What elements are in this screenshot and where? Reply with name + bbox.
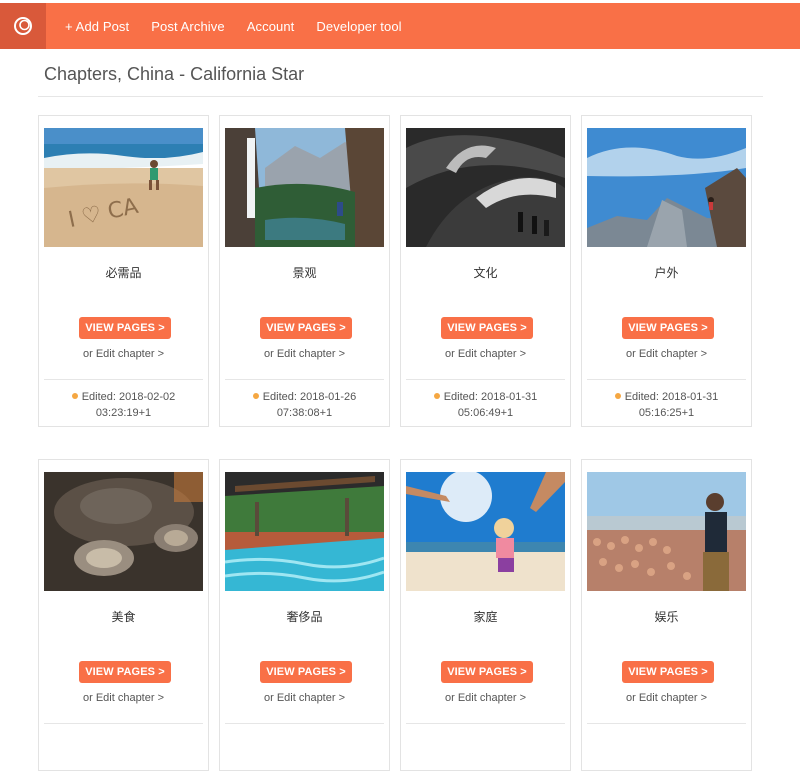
edited-timestamp: Edited: 2018-01-31 05:06:49+1: [401, 389, 570, 421]
chapter-title: 娱乐: [654, 610, 679, 624]
chapter-card: 文化 VIEW PAGES > or Edit chapter > Edited…: [400, 115, 571, 427]
chapter-card: 景观 VIEW PAGES > or Edit chapter > Edited…: [219, 115, 390, 427]
card-divider: [44, 723, 203, 724]
edited-timestamp: Edited: 2018-01-26 07:38:08+1: [220, 389, 389, 421]
edited-date: Edited: 2018-01-31: [624, 391, 719, 403]
chapter-row: I ♡ CA 必需品 VIEW PAGES > or Edit chapter …: [38, 115, 762, 427]
chapter-title: 户外: [654, 266, 679, 280]
chapter-image-culture[interactable]: [406, 128, 565, 247]
edit-chapter-link[interactable]: or Edit chapter >: [582, 348, 751, 360]
edited-date: Edited: 2018-02-02: [81, 391, 176, 403]
view-pages-button[interactable]: VIEW PAGES >: [79, 661, 171, 683]
chapter-title: 家庭: [473, 610, 498, 624]
edit-chapter-link[interactable]: or Edit chapter >: [220, 348, 389, 360]
card-divider: [587, 723, 746, 724]
edit-chapter-link[interactable]: or Edit chapter >: [39, 692, 208, 704]
chapter-row: 美食 VIEW PAGES > or Edit chapter > 奢侈品 VI…: [38, 459, 762, 771]
status-dot-icon: [614, 393, 621, 399]
chapter-image-luxury[interactable]: [225, 472, 384, 591]
edited-time: 07:38:08+1: [276, 407, 333, 419]
view-pages-button[interactable]: VIEW PAGES >: [441, 317, 533, 339]
chapter-title: 必需品: [105, 266, 142, 280]
chapter-image-entertainment[interactable]: [587, 472, 746, 591]
nav-add-post[interactable]: + Add Post: [65, 19, 129, 34]
view-pages-button[interactable]: VIEW PAGES >: [622, 317, 714, 339]
chapter-card: I ♡ CA 必需品 VIEW PAGES > or Edit chapter …: [38, 115, 209, 427]
card-divider: [587, 379, 746, 380]
logo-icon: [14, 17, 32, 35]
nav-account[interactable]: Account: [247, 19, 295, 34]
chapter-title: 文化: [473, 266, 498, 280]
card-divider: [406, 379, 565, 380]
view-pages-button[interactable]: VIEW PAGES >: [622, 661, 714, 683]
chapter-title: 奢侈品: [286, 610, 323, 624]
status-dot-icon: [252, 393, 259, 399]
status-dot-icon: [71, 393, 78, 399]
nav-post-archive[interactable]: Post Archive: [151, 19, 224, 34]
chapter-image-beach[interactable]: I ♡ CA: [44, 128, 203, 247]
chapter-image-outdoor[interactable]: [587, 128, 746, 247]
edited-time: 05:06:49+1: [457, 407, 514, 419]
view-pages-button[interactable]: VIEW PAGES >: [79, 317, 171, 339]
chapter-card: 奢侈品 VIEW PAGES > or Edit chapter >: [219, 459, 390, 771]
edited-timestamp: Edited: 2018-02-02 03:23:19+1: [39, 389, 208, 421]
edit-chapter-link[interactable]: or Edit chapter >: [39, 348, 208, 360]
chapter-image-food[interactable]: [44, 472, 203, 591]
chapter-image-landscape[interactable]: [225, 128, 384, 247]
title-divider: [38, 96, 763, 97]
edit-chapter-link[interactable]: or Edit chapter >: [220, 692, 389, 704]
card-divider: [406, 723, 565, 724]
edited-date: Edited: 2018-01-26: [262, 391, 357, 403]
edited-time: 03:23:19+1: [95, 407, 152, 419]
edit-chapter-link[interactable]: or Edit chapter >: [401, 348, 570, 360]
card-divider: [44, 379, 203, 380]
card-divider: [225, 723, 384, 724]
edit-chapter-link[interactable]: or Edit chapter >: [582, 692, 751, 704]
view-pages-button[interactable]: VIEW PAGES >: [441, 661, 533, 683]
chapter-card: 户外 VIEW PAGES > or Edit chapter > Edited…: [581, 115, 752, 427]
edited-time: 05:16:25+1: [638, 407, 695, 419]
chapter-card: 家庭 VIEW PAGES > or Edit chapter >: [400, 459, 571, 771]
edited-date: Edited: 2018-01-31: [443, 391, 538, 403]
chapter-image-family[interactable]: [406, 472, 565, 591]
edit-chapter-link[interactable]: or Edit chapter >: [401, 692, 570, 704]
main-nav: + Add Post Post Archive Account Develope…: [65, 19, 424, 34]
page-title: Chapters, China - California Star: [44, 64, 305, 84]
chapter-title: 美食: [111, 610, 136, 624]
nav-developer-tool[interactable]: Developer tool: [316, 19, 401, 34]
chapter-title: 景观: [292, 266, 317, 280]
chapter-card: 美食 VIEW PAGES > or Edit chapter >: [38, 459, 209, 771]
view-pages-button[interactable]: VIEW PAGES >: [260, 661, 352, 683]
top-navbar: + Add Post Post Archive Account Develope…: [0, 3, 800, 49]
status-dot-icon: [433, 393, 440, 399]
card-divider: [225, 379, 384, 380]
logo[interactable]: [0, 3, 46, 49]
view-pages-button[interactable]: VIEW PAGES >: [260, 317, 352, 339]
edited-timestamp: Edited: 2018-01-31 05:16:25+1: [582, 389, 751, 421]
chapter-card: 娱乐 VIEW PAGES > or Edit chapter >: [581, 459, 752, 771]
